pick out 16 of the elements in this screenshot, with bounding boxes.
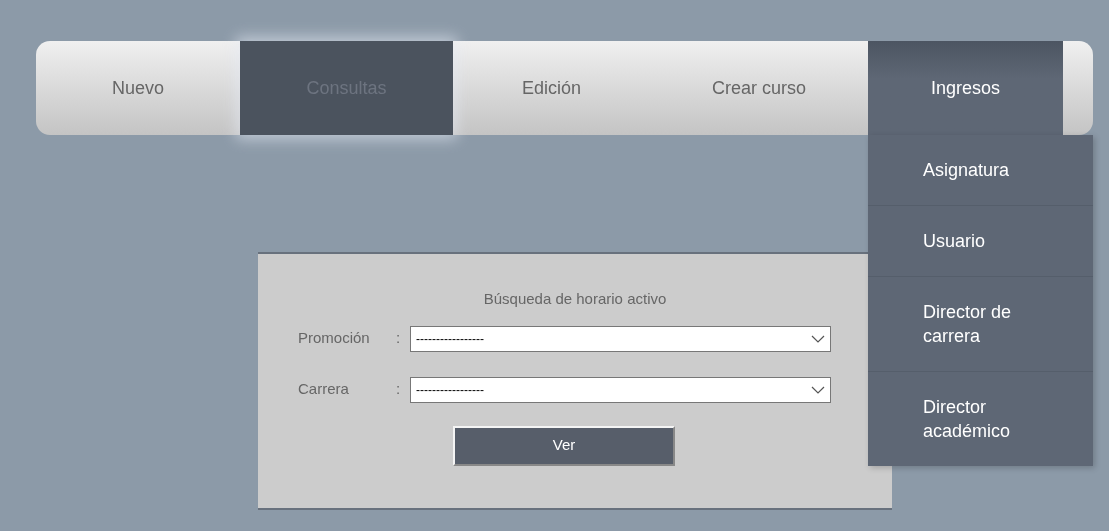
select-field[interactable]: ----------------- xyxy=(410,376,831,403)
dropdown-item[interactable]: Asignatura xyxy=(868,135,1093,205)
menu-item[interactable]: Crear curso xyxy=(650,41,868,135)
form-title: Búsqueda de horario activo xyxy=(483,289,667,309)
chevron-down-icon xyxy=(811,385,825,394)
menu-item[interactable]: Nuevo xyxy=(36,41,240,135)
field-label: Promoción xyxy=(298,328,371,349)
select-field[interactable]: ----------------- xyxy=(410,325,831,352)
submit-button[interactable]: Ver xyxy=(453,425,675,466)
field-label: Carrera xyxy=(298,379,350,400)
dropdown-item[interactable]: Usuario xyxy=(868,205,1093,276)
menu-item[interactable]: Ingresos xyxy=(868,41,1063,135)
menu-item[interactable]: Edición xyxy=(453,41,650,135)
chevron-down-icon xyxy=(811,334,825,343)
field-separator: : xyxy=(396,379,402,400)
field-separator: : xyxy=(396,328,402,349)
